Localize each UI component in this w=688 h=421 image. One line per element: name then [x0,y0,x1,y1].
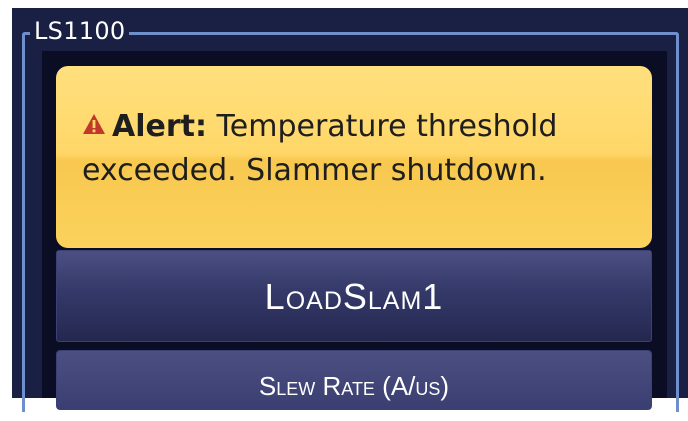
alert-label: Alert: [112,109,207,144]
alert-banner: Alert: Temperature threshold exceeded. S… [56,66,652,248]
warning-triangle-icon [82,104,106,134]
loadslam-device-button[interactable]: LoadSlam1 [56,250,652,342]
panel-title: LS1100 [30,14,130,48]
slew-rate-label: Slew Rate (A/us) [258,371,450,401]
slew-rate-control[interactable]: Slew Rate (A/us) [56,350,652,410]
